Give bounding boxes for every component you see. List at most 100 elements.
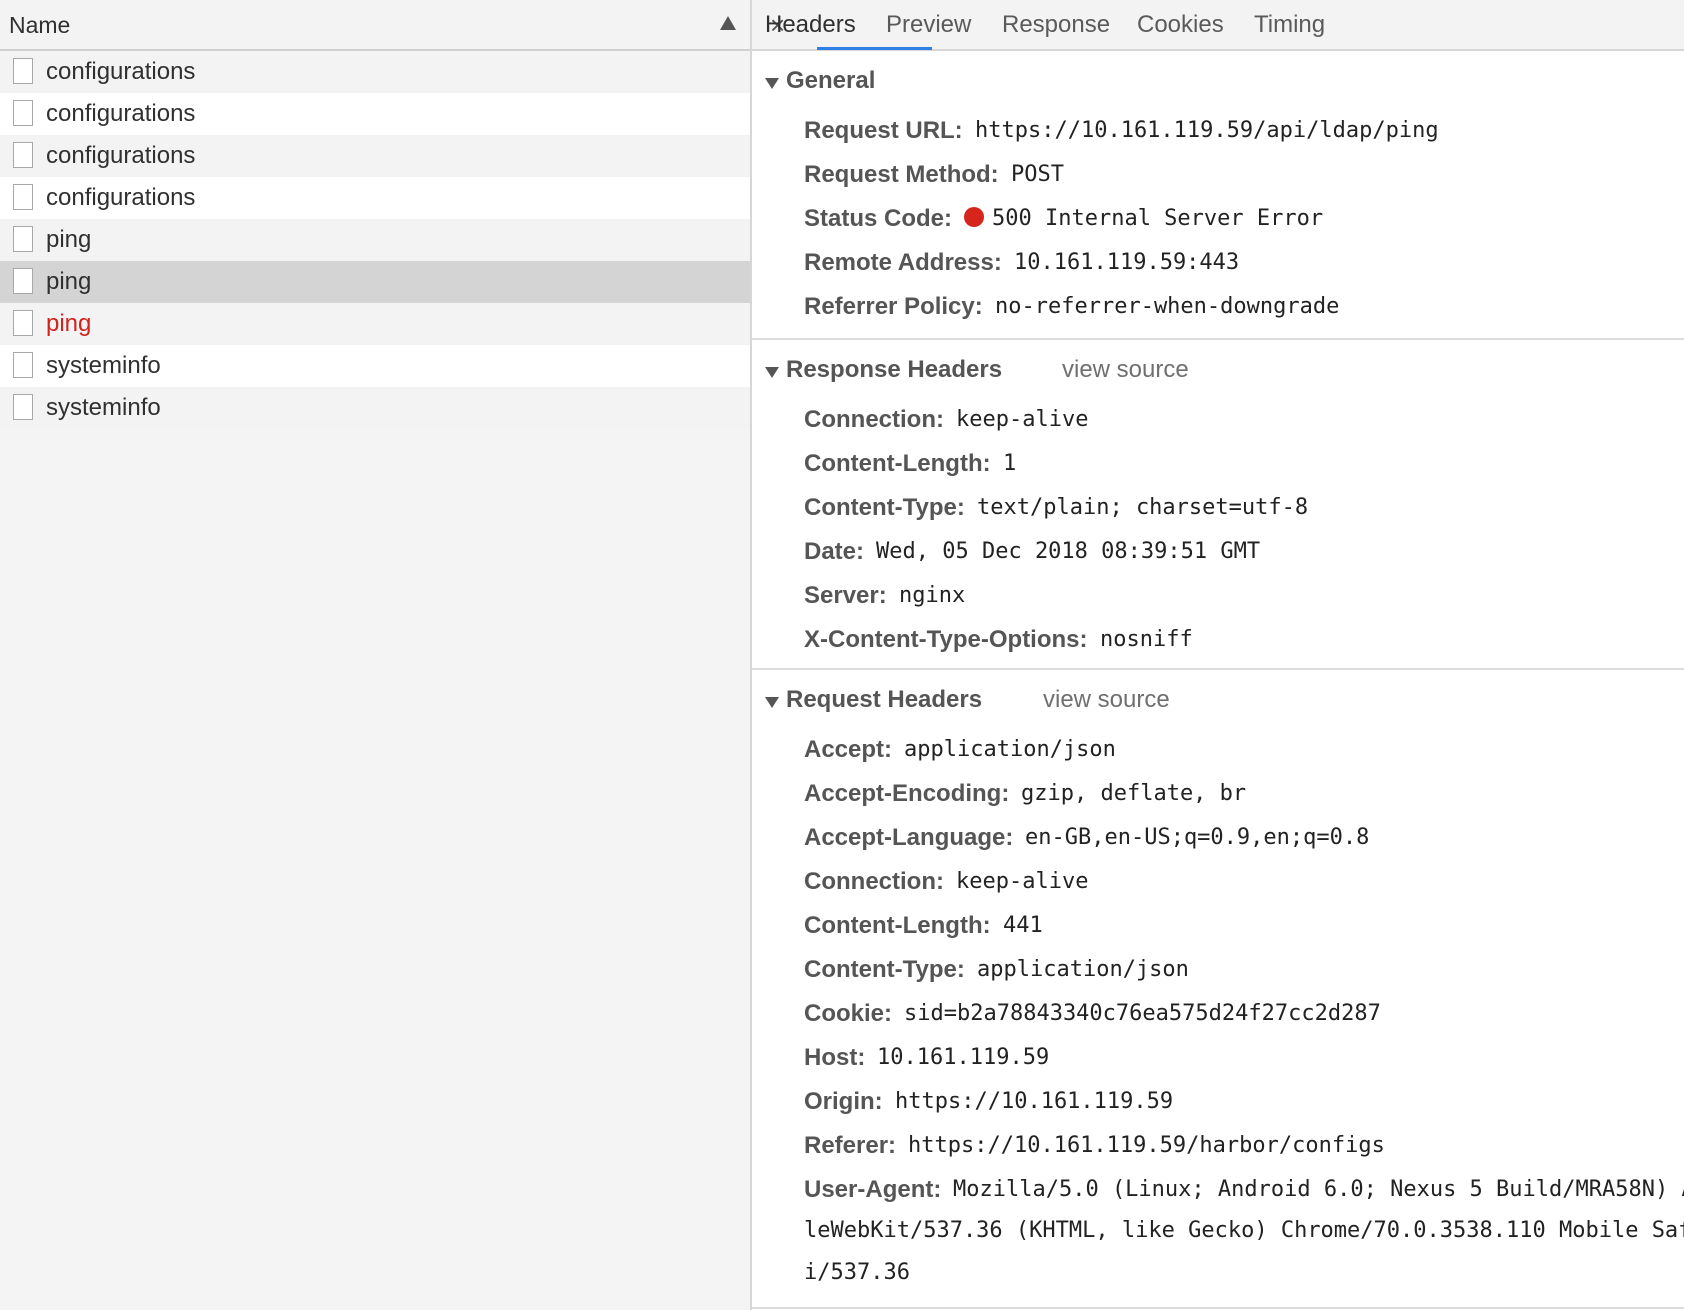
header-row: Cookie: sid=b2a78843340c76ea575d24f27cc2d… (752, 994, 1684, 1038)
request-row[interactable]: ping (0, 219, 750, 261)
request-row[interactable]: systeminfo (0, 345, 750, 387)
header-value-continuation: i/537.36 (752, 1256, 1684, 1298)
header-value: keep-alive (956, 407, 1089, 432)
general-section: General Request URL: https://10.161.119.5… (752, 51, 1684, 340)
tab-headers[interactable]: Headers (765, 11, 856, 39)
request-row[interactable]: ping (0, 261, 750, 303)
active-tab-indicator (817, 47, 932, 50)
header-key: X-Content-Type-Options: (804, 626, 1088, 653)
request-name: ping (46, 268, 92, 295)
request-list-pane: Name configurations configurations configu… (0, 0, 752, 1310)
caret-down-icon[interactable] (765, 697, 779, 708)
header-value: keep-alive (956, 869, 1089, 894)
header-key: Request Method: (804, 161, 999, 188)
header-value: Mozilla/5.0 (Linux; Android 6.0; Nexus 5… (953, 1177, 1684, 1202)
caret-down-icon[interactable] (765, 78, 779, 89)
header-key: Accept-Language: (804, 824, 1014, 851)
status-code-text: 500 Internal Server Error (992, 206, 1324, 231)
header-value: 441 (1003, 913, 1043, 938)
header-key: Date: (804, 538, 865, 565)
request-row[interactable]: ping (0, 303, 750, 345)
general-fields: Request URL: https://10.161.119.59/api/ld… (752, 111, 1684, 331)
header-key: Content-Length: (804, 450, 991, 477)
tab-timing[interactable]: Timing (1254, 11, 1325, 39)
request-details-pane: × Headers Preview Response Cookies Timin… (752, 0, 1684, 1310)
header-key: Content-Length: (804, 912, 991, 939)
request-row[interactable]: configurations (0, 51, 750, 93)
header-value: no-referrer-when-downgrade (995, 294, 1340, 319)
response-headers-title[interactable]: Response Headers (786, 356, 1002, 384)
header-row: Content-Length: 441 (752, 906, 1684, 950)
request-name: ping (46, 310, 92, 337)
request-view-source-link[interactable]: view source (1043, 686, 1170, 714)
tab-preview[interactable]: Preview (886, 11, 971, 39)
status-error-dot-icon (964, 207, 984, 227)
request-name: configurations (46, 58, 196, 85)
header-row: Host: 10.161.119.59 (752, 1038, 1684, 1082)
document-icon (13, 394, 33, 420)
caret-down-icon[interactable] (765, 367, 779, 378)
request-header-fields: Accept: application/json Accept-Encoding: g… (752, 730, 1684, 1298)
header-value: nosniff (1100, 627, 1193, 652)
general-section-header[interactable]: General (752, 51, 1684, 111)
header-key: User-Agent: (804, 1176, 942, 1203)
general-section-title[interactable]: General (786, 67, 875, 95)
header-value: 500 Internal Server Error (964, 206, 1323, 231)
header-key: Content-Type: (804, 956, 965, 983)
header-row: Status Code: 500 Internal Server Error (752, 199, 1684, 243)
header-row: Date: Wed, 05 Dec 2018 08:39:51 GMT (752, 532, 1684, 576)
sort-ascending-icon[interactable] (720, 16, 736, 30)
header-key: Origin: (804, 1088, 883, 1115)
header-value: 1 (1003, 451, 1017, 476)
request-row[interactable]: configurations (0, 135, 750, 177)
header-key: Remote Address: (804, 249, 1002, 276)
header-value: https://10.161.119.59/harbor/configs (908, 1133, 1385, 1158)
header-row: Accept-Encoding: gzip, deflate, br (752, 774, 1684, 818)
response-view-source-link[interactable]: view source (1062, 356, 1189, 384)
request-row[interactable]: configurations (0, 177, 750, 219)
header-key: Accept: (804, 736, 893, 763)
header-row: Content-Type: application/json (752, 950, 1684, 994)
request-name: configurations (46, 184, 196, 211)
request-row[interactable]: configurations (0, 93, 750, 135)
request-name: configurations (46, 100, 196, 127)
request-row[interactable]: systeminfo (0, 387, 750, 429)
header-key: Request URL: (804, 117, 963, 144)
header-value: i/537.36 (804, 1260, 910, 1285)
request-name: systeminfo (46, 394, 161, 421)
header-value: application/json (977, 957, 1189, 982)
header-value: Wed, 05 Dec 2018 08:39:51 GMT (876, 539, 1261, 564)
header-key: Cookie: (804, 1000, 893, 1027)
name-column-header[interactable]: Name (9, 12, 70, 39)
header-row: Accept: application/json (752, 730, 1684, 774)
document-icon (13, 310, 33, 336)
header-row: Content-Type: text/plain; charset=utf-8 (752, 488, 1684, 532)
document-icon (13, 100, 33, 126)
header-row: Content-Length: 1 (752, 444, 1684, 488)
request-list-header[interactable]: Name (0, 0, 750, 51)
header-row: Remote Address: 10.161.119.59:443 (752, 243, 1684, 287)
header-row: Origin: https://10.161.119.59 (752, 1082, 1684, 1126)
tab-cookies[interactable]: Cookies (1137, 11, 1224, 39)
header-row: Accept-Language: en-GB,en-US;q=0.9,en;q=0… (752, 818, 1684, 862)
header-key: Content-Type: (804, 494, 965, 521)
request-headers-header[interactable]: Request Headers view source (752, 670, 1684, 730)
header-value: gzip, deflate, br (1021, 781, 1247, 806)
header-value: POST (1011, 162, 1064, 187)
header-row: Server: nginx (752, 576, 1684, 620)
header-row: Referrer Policy: no-referrer-when-downgra… (752, 287, 1684, 331)
header-value: https://10.161.119.59/api/ldap/ping (975, 118, 1439, 143)
tab-response[interactable]: Response (1002, 11, 1110, 39)
request-name: ping (46, 226, 92, 253)
header-value: https://10.161.119.59 (895, 1089, 1174, 1114)
header-value: en-GB,en-US;q=0.9,en;q=0.8 (1025, 825, 1370, 850)
header-row: Connection: keep-alive (752, 400, 1684, 444)
response-headers-section: Response Headers view source Connection:… (752, 340, 1684, 670)
header-key: Accept-Encoding: (804, 780, 1010, 807)
request-rows: configurations configurations configuratio… (0, 51, 750, 429)
header-value: 10.161.119.59:443 (1014, 250, 1240, 275)
response-headers-header[interactable]: Response Headers view source (752, 340, 1684, 400)
header-row: X-Content-Type-Options: nosniff (752, 620, 1684, 664)
request-headers-title[interactable]: Request Headers (786, 686, 982, 714)
document-icon (13, 352, 33, 378)
